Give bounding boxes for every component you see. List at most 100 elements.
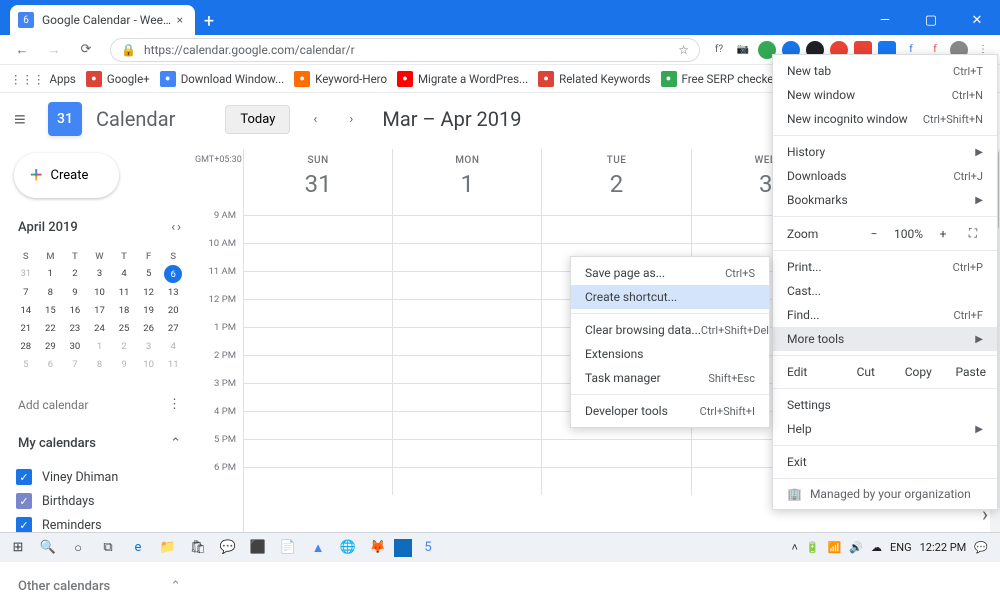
minical-day[interactable]: 27 xyxy=(161,320,185,337)
menu-item-find-[interactable]: Find...Ctrl+F xyxy=(773,303,997,327)
minical-day[interactable]: 13 xyxy=(161,284,185,301)
start-button[interactable]: ⊞ xyxy=(4,535,32,561)
time-slot[interactable] xyxy=(244,300,393,327)
day-header[interactable]: MON1 xyxy=(393,149,542,215)
minical-day[interactable]: 4 xyxy=(161,338,185,355)
time-slot[interactable] xyxy=(393,384,542,411)
submenu-item-developer-tools[interactable]: Developer toolsCtrl+Shift+I xyxy=(571,399,769,423)
menu-item-history[interactable]: History▶ xyxy=(773,140,997,164)
taskbar-app[interactable]: 🦊 xyxy=(364,535,392,561)
minical-day[interactable]: 29 xyxy=(39,338,63,355)
minical-prev-button[interactable]: ‹ xyxy=(171,220,175,235)
menu-item-exit[interactable]: Exit xyxy=(773,450,997,474)
minical-day[interactable]: 1 xyxy=(88,338,112,355)
minical-day[interactable]: 3 xyxy=(137,338,161,355)
menu-item-new-incognito-window[interactable]: New incognito windowCtrl+Shift+N xyxy=(773,107,997,131)
bookmark-item[interactable]: ●Keyword-Hero xyxy=(294,71,387,87)
time-slot[interactable] xyxy=(393,440,542,467)
submenu-item-create-shortcut-[interactable]: Create shortcut... xyxy=(571,285,769,309)
minical-day[interactable]: 11 xyxy=(112,284,136,301)
minical-day[interactable]: 7 xyxy=(63,356,87,373)
minical-day[interactable]: 20 xyxy=(161,302,185,319)
time-slot[interactable] xyxy=(244,272,393,299)
calendar-checkbox[interactable]: ✓ xyxy=(16,493,32,509)
minical-day[interactable]: 30 xyxy=(63,338,87,355)
minical-day[interactable]: 19 xyxy=(137,302,161,319)
minical-day[interactable]: 10 xyxy=(88,284,112,301)
back-button[interactable]: ← xyxy=(8,36,36,64)
minical-day[interactable]: 8 xyxy=(39,284,63,301)
taskbar-app[interactable]: ▲ xyxy=(304,535,332,561)
cortana-button[interactable]: ○ xyxy=(64,535,92,561)
bookmark-item[interactable]: ●Related Keywords xyxy=(538,71,650,87)
add-calendar-menu-icon[interactable]: ⋮ xyxy=(168,397,181,412)
tab-close-icon[interactable]: × xyxy=(173,13,187,27)
taskbar-app[interactable]: 💬 xyxy=(214,535,242,561)
time-slot[interactable] xyxy=(244,216,393,243)
volume-icon[interactable]: 🔊 xyxy=(849,541,863,554)
minical-day[interactable]: 9 xyxy=(63,284,87,301)
bookmark-item[interactable]: ●Migrate a WordPres... xyxy=(397,71,528,87)
minical-day[interactable]: 4 xyxy=(112,265,136,283)
menu-item-downloads[interactable]: DownloadsCtrl+J xyxy=(773,164,997,188)
star-icon[interactable]: ☆ xyxy=(678,43,689,57)
menu-item-print-[interactable]: Print...Ctrl+P xyxy=(773,255,997,279)
calendar-checkbox[interactable]: ✓ xyxy=(16,469,32,485)
minical-day[interactable]: 28 xyxy=(14,338,38,355)
collapse-icon[interactable]: ⌃ xyxy=(170,579,181,594)
submenu-item-extensions[interactable]: Extensions xyxy=(571,342,769,366)
time-slot[interactable] xyxy=(393,300,542,327)
calendar-item[interactable]: ✓Reminders xyxy=(16,517,185,533)
taskbar-app[interactable] xyxy=(394,539,412,557)
time-slot[interactable] xyxy=(393,328,542,355)
minical-day[interactable]: 12 xyxy=(137,284,161,301)
minical-day[interactable]: 10 xyxy=(137,356,161,373)
collapse-icon[interactable]: ⌃ xyxy=(170,436,181,451)
time-slot[interactable] xyxy=(244,412,393,439)
cut-button[interactable]: Cut xyxy=(840,360,893,384)
reload-button[interactable]: ⟳ xyxy=(72,36,100,64)
taskbar-app-chrome[interactable]: 🌐 xyxy=(334,535,362,561)
menu-item-new-tab[interactable]: New tabCtrl+T xyxy=(773,59,997,83)
bookmark-item[interactable]: ●Download Window... xyxy=(160,71,284,87)
taskbar-app[interactable]: 🛍 xyxy=(184,535,212,561)
day-header[interactable]: TUE2 xyxy=(542,149,691,215)
apps-button[interactable]: ⋮⋮⋮Apps xyxy=(10,72,76,86)
time-slot[interactable] xyxy=(244,356,393,383)
bookmark-item[interactable]: ●Google+ xyxy=(86,71,150,87)
minical-day[interactable]: 1 xyxy=(39,265,63,283)
minical-day[interactable]: 5 xyxy=(14,356,38,373)
clock[interactable]: 12:22 PM xyxy=(920,541,967,554)
minical-next-button[interactable]: › xyxy=(177,220,181,235)
day-header[interactable]: SUN31 xyxy=(244,149,393,215)
taskbar-app[interactable]: 5 xyxy=(414,535,442,561)
add-calendar-input[interactable] xyxy=(18,398,118,412)
minical-day[interactable]: 6 xyxy=(39,356,63,373)
minical-day[interactable]: 15 xyxy=(39,302,63,319)
time-slot[interactable] xyxy=(542,468,691,495)
minical-day[interactable]: 7 xyxy=(14,284,38,301)
minical-day[interactable]: 2 xyxy=(112,338,136,355)
time-slot[interactable] xyxy=(393,216,542,243)
calendar-item[interactable]: ✓Viney Dhiman xyxy=(16,469,185,485)
menu-item-new-window[interactable]: New windowCtrl+N xyxy=(773,83,997,107)
onedrive-icon[interactable]: ☁ xyxy=(871,541,882,554)
menu-item-help[interactable]: Help▶ xyxy=(773,417,997,441)
ext-icon[interactable]: 📷 xyxy=(734,41,752,59)
taskbar-app[interactable]: e xyxy=(124,535,152,561)
menu-item-settings[interactable]: Settings xyxy=(773,393,997,417)
taskbar-app[interactable]: 📄 xyxy=(274,535,302,561)
menu-item-cast-[interactable]: Cast... xyxy=(773,279,997,303)
submenu-item-clear-browsing-data-[interactable]: Clear browsing data...Ctrl+Shift+Del xyxy=(571,318,769,342)
create-button[interactable]: + Create xyxy=(14,153,119,198)
minical-day[interactable]: 11 xyxy=(161,356,185,373)
minical-day[interactable]: 21 xyxy=(14,320,38,337)
time-slot[interactable] xyxy=(542,216,691,243)
fullscreen-button[interactable]: ⛶ xyxy=(963,226,983,241)
minical-day[interactable]: 23 xyxy=(63,320,87,337)
search-button[interactable]: 🔍 xyxy=(34,535,62,561)
zoom-in-button[interactable]: + xyxy=(933,227,953,241)
minical-day[interactable]: 22 xyxy=(39,320,63,337)
minical-day[interactable]: 31 xyxy=(14,265,38,283)
maximize-button[interactable]: ▢ xyxy=(908,5,954,35)
